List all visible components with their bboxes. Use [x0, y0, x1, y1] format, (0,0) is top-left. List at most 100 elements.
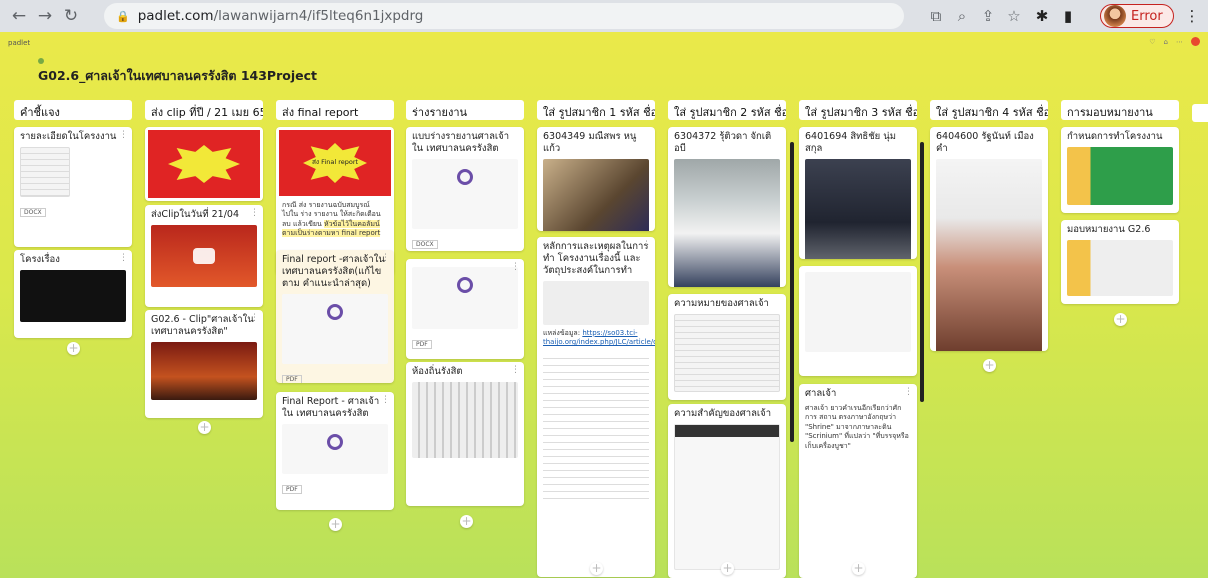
post-title: 6401694 สิทธิชัย นุ่มสกุล: [805, 131, 896, 154]
column-title[interactable]: ใส่ รูปสมาชิก 4 รหัส ชื่อ: [930, 100, 1048, 120]
post-title: ส่งClipในวันที่ 21/04: [151, 209, 240, 220]
forward-icon[interactable]: →: [32, 3, 58, 29]
padlet-board: padlet ♡ ⌂ ⋯ G02.6_ศาลเจ้าในเทศบาลนครรัง…: [0, 32, 1208, 578]
install-icon[interactable]: ⧉: [924, 3, 948, 29]
add-post-button[interactable]: +: [721, 562, 734, 575]
column-2: ส่ง clip ที่ปี / 21 เมย 65: [145, 100, 263, 120]
column-title[interactable]: ใส่ รูปสมาชิก 3 รหัส ชื่อ: [799, 100, 917, 120]
post-menu-icon[interactable]: ⋮: [642, 240, 651, 250]
column-title[interactable]: ส่ง clip ที่ปี / 21 เมย 65: [145, 100, 263, 120]
post-title: 6304349 มณีสพร หนูแก้ว: [543, 131, 637, 154]
video-thumbnail: [151, 224, 257, 287]
file-type-badge: PDF: [282, 484, 302, 494]
post-card[interactable]: แบบร่างรายงานศาลเจ้าใน เทศบาลนครรังสิต D…: [406, 127, 524, 251]
add-post-button[interactable]: +: [983, 359, 996, 372]
post-card[interactable]: ⋮ Final report -ศาลเจ้าใน เทศบาลนครรังสิ…: [276, 250, 394, 383]
column-scrollbar[interactable]: [790, 142, 794, 442]
university-seal-icon: [327, 303, 343, 320]
file-type-badge: PDF: [412, 340, 432, 349]
post-card[interactable]: ⋮ โครงเรื่อง: [14, 250, 132, 338]
side-panel-icon[interactable]: ▮: [1056, 3, 1080, 29]
url-domain: padlet.com: [137, 8, 214, 24]
column-scrollbar[interactable]: [920, 142, 924, 402]
post-menu-icon[interactable]: ⋮: [511, 262, 520, 272]
add-post-button[interactable]: +: [329, 518, 342, 531]
post-title: กำหนดการทำโครงงาน: [1067, 131, 1163, 142]
column-title[interactable]: ใส่ รูปสมาชิก 1 รหัส ชื่อ: [537, 100, 655, 120]
add-post-button[interactable]: +: [852, 562, 865, 575]
post-body: แหล่งข้อมูล: https://so03.tci-thaijo.org…: [537, 327, 655, 350]
post-card[interactable]: [145, 127, 263, 201]
post-card[interactable]: ⋮ รายละเอียดในโครงงาน DOCX: [14, 127, 132, 247]
video-thumbnail: [20, 269, 126, 322]
extensions-icon[interactable]: ✱: [1030, 3, 1054, 29]
post-body: ศาลเจ้า ยาวคำเรนอีกเรียกว่าศักการ สถาน ต…: [805, 403, 909, 450]
add-post-button[interactable]: +: [460, 515, 473, 528]
add-post-button[interactable]: +: [67, 342, 80, 355]
post-title: รายละเอียดในโครงงาน: [20, 131, 117, 142]
post-menu-icon[interactable]: ⋮: [904, 387, 913, 397]
post-title: แบบร่างรายงานศาลเจ้าใน เทศบาลนครรังสิต: [412, 131, 510, 154]
back-icon[interactable]: ←: [6, 3, 32, 29]
column-title[interactable]: การมอบหมายงาน: [1061, 100, 1179, 120]
menu-kebab-icon[interactable]: ⋮: [1180, 3, 1204, 29]
lock-icon: 🔒: [116, 9, 130, 23]
post-card[interactable]: มอบหมายงาน G2.6: [1061, 220, 1179, 304]
pdf-preview: [412, 267, 518, 329]
column-title[interactable]: ส่ง final report: [276, 100, 394, 120]
post-menu-icon[interactable]: ⋮: [381, 253, 390, 263]
post-card[interactable]: ⋮ ศาลเจ้า ศาลเจ้า ยาวคำเรนอีกเรียกว่าศัก…: [799, 384, 917, 578]
member-photo: [936, 158, 1042, 351]
post-card[interactable]: ⋮ G02.6 - Clip"ศาลเจ้าใน เทศบาลนครรังสิต…: [145, 310, 263, 418]
post-menu-icon[interactable]: ⋮: [250, 313, 259, 323]
post-menu-icon[interactable]: ⋮: [511, 365, 520, 375]
more-icon[interactable]: ⋯: [1176, 38, 1183, 46]
post-card[interactable]: ความสำคัญของศาลเจ้า: [668, 404, 786, 578]
post-card[interactable]: ⋮ PDF: [406, 259, 524, 359]
post-card[interactable]: 6304349 มณีสพร หนูแก้ว: [537, 127, 655, 231]
video-thumbnail: [151, 341, 257, 400]
new-column-tab[interactable]: [1192, 104, 1208, 122]
column-4: ร่างรายงาน: [406, 100, 524, 120]
post-card[interactable]: ⋮ หลักการและเหตุผลในการทำ โครงงานเรื่องน…: [537, 237, 655, 577]
bell-icon[interactable]: ⌂: [1164, 38, 1168, 46]
link-label: แหล่งข้อมูล:: [543, 328, 581, 337]
university-seal-icon: [457, 168, 473, 185]
post-card[interactable]: ⋮ ส่งClipในวันที่ 21/04: [145, 205, 263, 307]
user-avatar[interactable]: [1191, 37, 1200, 46]
post-card[interactable]: 6304372 รุ้ติวดา จักเติอบี: [668, 127, 786, 287]
column-title[interactable]: ใส่ รูปสมาชิก 2 รหัส ชื่อ: [668, 100, 786, 120]
url-path: /lawanwijarn4/if5lteq6n1jxpdrg: [213, 8, 424, 24]
address-bar[interactable]: 🔒 padlet.com/lawanwijarn4/if5lteq6n1jxpd…: [104, 3, 904, 29]
profile-avatar: [1104, 5, 1126, 27]
profile-error-label: Error: [1131, 8, 1163, 24]
share-icon[interactable]: ⇪: [976, 3, 1000, 29]
post-card[interactable]: 6401694 สิทธิชัย นุ่มสกุล: [799, 127, 917, 259]
reload-icon[interactable]: ↻: [58, 3, 84, 29]
post-menu-icon[interactable]: ⋮: [119, 130, 128, 140]
column-title[interactable]: ร่างรายงาน: [406, 100, 524, 120]
post-menu-icon[interactable]: ⋮: [381, 395, 390, 405]
post-title: ศาลเจ้า: [805, 388, 837, 399]
university-seal-icon: [457, 277, 473, 293]
board-actions: ♡ ⌂ ⋯: [1149, 37, 1200, 46]
file-type-badge: PDF: [282, 374, 302, 383]
post-card[interactable]: 6404600 รัฐนันท์ เมืองคำ: [930, 127, 1048, 351]
post-card[interactable]: ความหมายของศาลเจ้า: [668, 294, 786, 400]
post-card[interactable]: ⋮ ห้องถิ่นรังสิต: [406, 362, 524, 506]
post-card[interactable]: ⋮ Final Report - ศาลเจ้าใน เทศบาลนครรังส…: [276, 392, 394, 510]
add-post-button[interactable]: +: [1114, 313, 1127, 326]
post-card[interactable]: [799, 266, 917, 376]
padlet-logo[interactable]: padlet: [8, 39, 30, 47]
heart-icon[interactable]: ♡: [1149, 38, 1155, 46]
post-menu-icon[interactable]: ⋮: [119, 253, 128, 263]
post-card[interactable]: กำหนดการทำโครงงาน: [1061, 127, 1179, 213]
zoom-icon[interactable]: ⌕: [950, 3, 974, 29]
column-title[interactable]: คำชี้แจง: [14, 100, 132, 120]
add-post-button[interactable]: +: [590, 562, 603, 575]
post-text-block: [543, 351, 649, 502]
bookmark-star-icon[interactable]: ☆: [1002, 3, 1026, 29]
add-post-button[interactable]: +: [198, 421, 211, 434]
post-menu-icon[interactable]: ⋮: [250, 208, 259, 218]
play-icon[interactable]: [193, 247, 215, 264]
